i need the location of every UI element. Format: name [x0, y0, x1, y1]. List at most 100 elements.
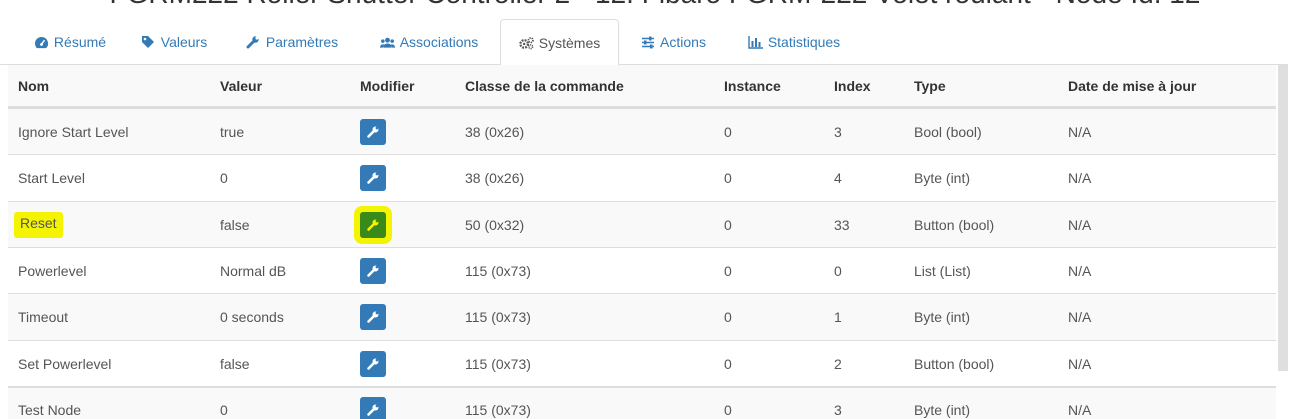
- tab-label: Valeurs: [160, 34, 208, 50]
- page-title: FGRM222 Roller Shutter Controller 2 - 12…: [0, 0, 1310, 10]
- table-scrollbar[interactable]: [1278, 65, 1288, 371]
- tab-associations[interactable]: Associations: [364, 19, 494, 65]
- edit-button[interactable]: [360, 304, 386, 330]
- wrench-icon: [367, 172, 379, 184]
- row-index: 2: [834, 355, 842, 372]
- row-index: 33: [834, 216, 850, 233]
- row-command-class: 115 (0x73): [465, 355, 531, 372]
- edit-button[interactable]: [360, 350, 386, 377]
- wrench-icon: [367, 404, 379, 416]
- wrench-icon: [367, 126, 379, 138]
- column-header-update-date: Date de mise à jour: [1068, 77, 1197, 94]
- row-edit-cell: [360, 294, 386, 340]
- wrench-icon: [367, 265, 379, 277]
- tab-label: Résumé: [53, 34, 107, 50]
- row-type: Byte (int): [914, 309, 971, 325]
- tab-label: Systèmes: [538, 34, 601, 51]
- table-row: Start Level 0 38 (0x26) 0 4 Byte (int) N…: [8, 154, 1276, 201]
- row-instance: 0: [724, 355, 732, 372]
- column-header-value: Valeur: [220, 77, 263, 94]
- row-type: List (List): [914, 262, 971, 279]
- bar-chart-icon: [748, 35, 763, 49]
- tab-label: Associations: [399, 34, 479, 50]
- row-value: false: [220, 355, 250, 372]
- column-header-index: Index: [834, 77, 871, 94]
- column-header-type: Type: [914, 77, 946, 94]
- table-row: Test Node 0 115 (0x73) 0 3 Byte (int) N/…: [8, 386, 1276, 419]
- table-header-row: Nom Valeur Modifier Classe de la command…: [8, 65, 1276, 108]
- row-edit-cell: [360, 109, 386, 154]
- row-name: Ignore Start Level: [18, 123, 129, 140]
- tab-valeurs[interactable]: Valeurs: [128, 19, 220, 65]
- row-instance: 0: [724, 262, 732, 279]
- row-index: 3: [834, 402, 842, 418]
- systems-table: Nom Valeur Modifier Classe de la command…: [8, 65, 1276, 419]
- row-command-class: 38 (0x26): [465, 123, 525, 140]
- tab-bar: Résumé Valeurs Paramètres Associations S…: [0, 19, 1288, 66]
- row-update-date: N/A: [1068, 170, 1092, 186]
- table-row: Set Powerlevel false 115 (0x73) 0 2 Butt…: [8, 340, 1276, 386]
- tab-statistiques[interactable]: Statistiques: [732, 19, 856, 65]
- table-row: Ignore Start Level true 38 (0x26) 0 3 Bo…: [8, 108, 1276, 154]
- tab-label: Paramètres: [265, 34, 339, 50]
- column-header-instance: Instance: [724, 77, 781, 94]
- row-instance: 0: [724, 309, 732, 325]
- row-value: Normal dB: [220, 262, 287, 279]
- row-command-class: 115 (0x73): [465, 262, 531, 279]
- row-edit-cell: [360, 248, 386, 293]
- row-update-date: N/A: [1068, 309, 1092, 325]
- row-command-class: 115 (0x73): [465, 402, 531, 418]
- row-update-date: N/A: [1068, 402, 1092, 418]
- column-header-command-class: Classe de la commande: [465, 77, 624, 94]
- row-instance: 0: [724, 170, 732, 186]
- users-icon: [379, 35, 395, 49]
- tab-resume[interactable]: Résumé: [20, 19, 120, 65]
- row-value: 0: [220, 170, 228, 186]
- row-value: false: [220, 216, 250, 233]
- dashboard-icon: [34, 35, 49, 49]
- table-row: Powerlevel Normal dB 115 (0x73) 0 0 List…: [8, 247, 1276, 293]
- row-edit-cell: [360, 155, 386, 201]
- wrench-icon: [367, 358, 379, 370]
- row-instance: 0: [724, 216, 732, 233]
- row-type: Bool (bool): [914, 123, 982, 140]
- row-name: Timeout: [18, 309, 69, 325]
- row-value: 0: [220, 402, 228, 418]
- row-type: Button (bool): [914, 216, 995, 233]
- tab-systemes[interactable]: Systèmes: [500, 19, 619, 66]
- edit-button[interactable]: [360, 118, 386, 145]
- row-update-date: N/A: [1068, 262, 1092, 279]
- edit-button[interactable]: [360, 165, 386, 191]
- row-edit-cell: [360, 388, 386, 419]
- row-edit-cell: [360, 202, 386, 247]
- row-type: Byte (int): [914, 402, 971, 418]
- row-index: 1: [834, 309, 842, 325]
- row-update-date: N/A: [1068, 216, 1092, 233]
- wrench-icon: [367, 219, 379, 231]
- row-update-date: N/A: [1068, 355, 1092, 372]
- edit-button[interactable]: [360, 211, 386, 238]
- row-update-date: N/A: [1068, 123, 1092, 140]
- edit-button[interactable]: [360, 257, 386, 284]
- column-header-edit: Modifier: [360, 77, 415, 94]
- row-name: Powerlevel: [18, 262, 87, 279]
- column-header-name: Nom: [18, 77, 50, 94]
- gears-icon: [519, 36, 534, 50]
- row-index: 3: [834, 123, 842, 140]
- row-value: 0 seconds: [220, 309, 284, 325]
- wrench-icon: [246, 35, 261, 49]
- tab-parametres[interactable]: Paramètres: [232, 19, 352, 65]
- page-title-strip: FGRM222 Roller Shutter Controller 2 - 12…: [0, 0, 1310, 14]
- tab-label: Actions: [660, 34, 706, 50]
- table-row: Timeout 0 seconds 115 (0x73) 0 1 Byte (i…: [8, 293, 1276, 340]
- tab-label: Statistiques: [767, 34, 841, 50]
- row-instance: 0: [724, 402, 732, 418]
- sliders-icon: [640, 35, 655, 49]
- row-name: Reset: [14, 211, 63, 238]
- edit-button[interactable]: [360, 397, 386, 419]
- row-instance: 0: [724, 123, 732, 140]
- row-type: Byte (int): [914, 170, 971, 186]
- tag-icon: [141, 35, 156, 49]
- row-type: Button (bool): [914, 355, 995, 372]
- tab-actions[interactable]: Actions: [628, 19, 718, 65]
